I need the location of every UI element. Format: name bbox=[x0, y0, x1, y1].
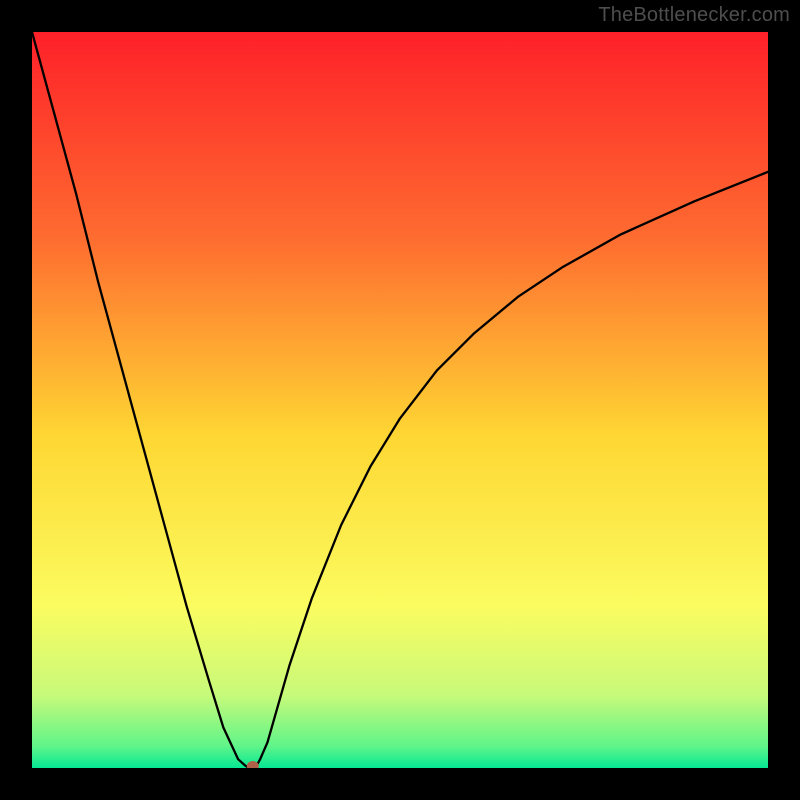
watermark-text: TheBottlenecker.com bbox=[598, 4, 790, 27]
chart-svg bbox=[32, 32, 768, 768]
chart-frame: TheBottlenecker.com bbox=[0, 0, 800, 800]
plot-area bbox=[32, 32, 768, 768]
gradient-background bbox=[32, 32, 768, 768]
